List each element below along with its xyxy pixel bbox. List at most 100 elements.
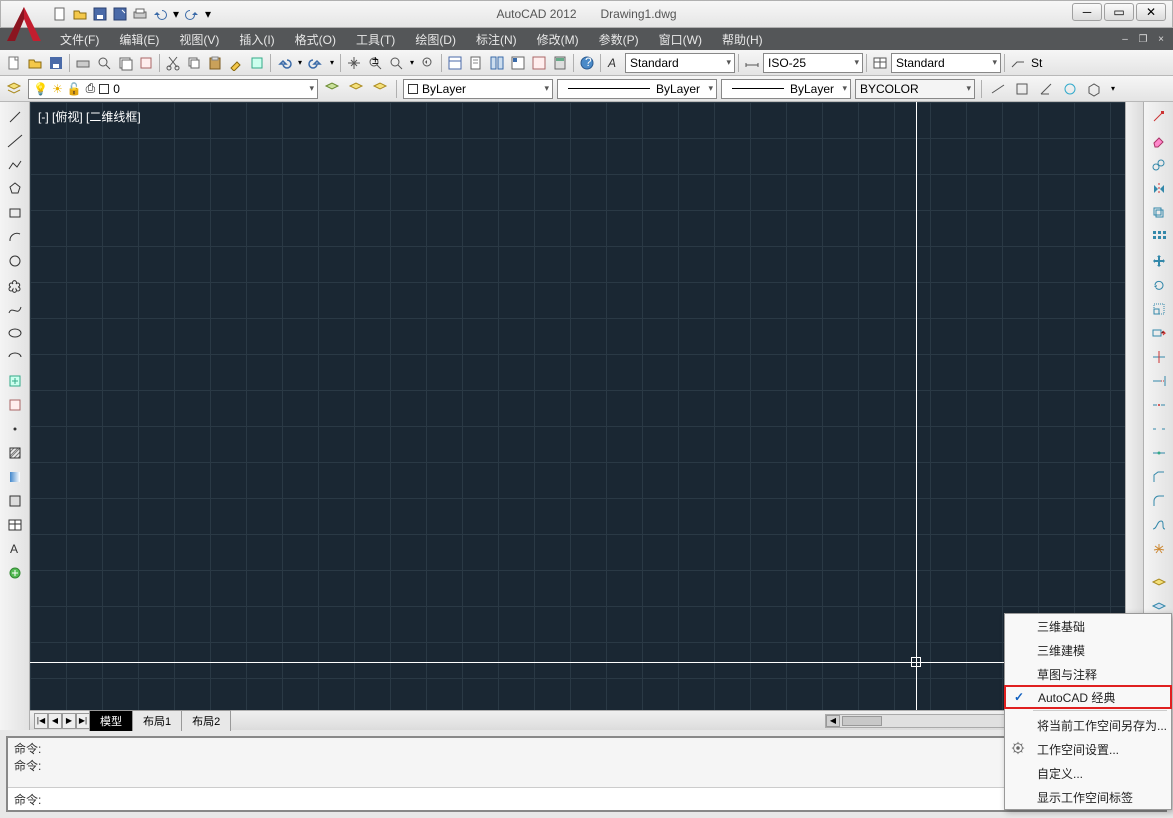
maximize-button[interactable]: ▭: [1104, 3, 1134, 21]
break-icon[interactable]: [1148, 418, 1170, 440]
rectangle-icon[interactable]: [4, 202, 26, 224]
mleader-style-icon[interactable]: [1008, 53, 1028, 73]
qat-saveas-icon[interactable]: [111, 5, 129, 23]
cut-icon[interactable]: [163, 53, 183, 73]
scroll-thumb[interactable]: [842, 716, 882, 726]
menu-view[interactable]: 视图(V): [169, 28, 229, 51]
undo-icon[interactable]: [274, 53, 294, 73]
erase-icon[interactable]: [1148, 130, 1170, 152]
hatch-icon[interactable]: [4, 442, 26, 464]
arc-icon[interactable]: [4, 226, 26, 248]
array-icon[interactable]: [1148, 226, 1170, 248]
text-style-combo[interactable]: Standard: [625, 53, 735, 73]
ctx-autocad-classic[interactable]: ✓ AutoCAD 经典: [1004, 685, 1172, 709]
make-block-icon[interactable]: [4, 394, 26, 416]
command-input[interactable]: [45, 790, 1137, 808]
qat-new-icon[interactable]: [51, 5, 69, 23]
menu-format[interactable]: 格式(O): [285, 28, 346, 51]
table-icon[interactable]: [4, 514, 26, 536]
ctx-3d-modeling[interactable]: 三维建模: [1005, 638, 1171, 662]
menu-modify[interactable]: 修改(M): [527, 28, 589, 51]
ctx-3d-basics[interactable]: 三维基础: [1005, 614, 1171, 638]
qat-undo-icon[interactable]: [151, 5, 169, 23]
qat-dropdown-icon[interactable]: ▾: [171, 5, 181, 23]
menu-insert[interactable]: 插入(I): [229, 28, 284, 51]
break-at-point-icon[interactable]: [1148, 394, 1170, 416]
blend-icon[interactable]: [1148, 514, 1170, 536]
move-icon[interactable]: [1148, 250, 1170, 272]
sheet-set-icon[interactable]: [466, 53, 486, 73]
join-icon[interactable]: [1148, 442, 1170, 464]
constraint-icon[interactable]: [1148, 106, 1170, 128]
tab-prev-icon[interactable]: ◀: [48, 713, 62, 729]
markup-icon[interactable]: [529, 53, 549, 73]
circle-icon[interactable]: [4, 250, 26, 272]
layer-make-current-icon[interactable]: [1148, 574, 1170, 596]
redo-icon[interactable]: [306, 53, 326, 73]
text-style-icon[interactable]: A: [604, 53, 624, 73]
copy-obj-icon[interactable]: [1148, 154, 1170, 176]
qat-plot-icon[interactable]: [131, 5, 149, 23]
fillet-icon[interactable]: [1148, 490, 1170, 512]
polyline-icon[interactable]: [4, 154, 26, 176]
design-center-icon[interactable]: [508, 53, 528, 73]
undo-dropdown-icon[interactable]: ▾: [295, 53, 305, 73]
table-style-icon[interactable]: [870, 53, 890, 73]
tab-next-icon[interactable]: ▶: [62, 713, 76, 729]
table-style-combo[interactable]: Standard: [891, 53, 1001, 73]
chamfer-icon[interactable]: [1148, 466, 1170, 488]
measure-dropdown-icon[interactable]: ▾: [1108, 79, 1118, 99]
new-icon[interactable]: [4, 53, 24, 73]
menu-help[interactable]: 帮助(H): [712, 28, 773, 51]
zoom-window-icon[interactable]: [386, 53, 406, 73]
revision-cloud-icon[interactable]: [4, 274, 26, 296]
zoom-previous-icon[interactable]: [418, 53, 438, 73]
rotate-icon[interactable]: [1148, 274, 1170, 296]
spline-icon[interactable]: [4, 298, 26, 320]
close-button[interactable]: ✕: [1136, 3, 1166, 21]
trim-icon[interactable]: [1148, 346, 1170, 368]
properties-icon[interactable]: [445, 53, 465, 73]
ctx-drafting-annotation[interactable]: 草图与注释: [1005, 662, 1171, 686]
color-combo[interactable]: ByLayer: [403, 79, 553, 99]
stretch-icon[interactable]: [1148, 322, 1170, 344]
dim-style-combo[interactable]: ISO-25: [763, 53, 863, 73]
region-icon[interactable]: [4, 490, 26, 512]
construction-line-icon[interactable]: [4, 130, 26, 152]
redo-dropdown-icon[interactable]: ▾: [327, 53, 337, 73]
tool-palette-icon[interactable]: [487, 53, 507, 73]
matchprop-icon[interactable]: [226, 53, 246, 73]
layer-previous-icon[interactable]: [346, 79, 366, 99]
ctx-customize[interactable]: 自定义...: [1005, 761, 1171, 785]
3ddwf-icon[interactable]: [136, 53, 156, 73]
measure-radius-icon[interactable]: [1060, 79, 1080, 99]
line-icon[interactable]: [4, 106, 26, 128]
insert-block-icon[interactable]: [4, 370, 26, 392]
help-icon[interactable]: ?: [577, 53, 597, 73]
layer-combo[interactable]: 💡 ☀ 🔓 ⎙ 0: [28, 79, 318, 99]
layer-states-icon[interactable]: [322, 79, 342, 99]
open-icon[interactable]: [25, 53, 45, 73]
save-icon[interactable]: [46, 53, 66, 73]
layer-match-icon[interactable]: [370, 79, 390, 99]
layer-manager-icon[interactable]: [4, 79, 24, 99]
scroll-left-icon[interactable]: ◀: [826, 715, 840, 727]
lineweight-combo[interactable]: ByLayer: [721, 79, 851, 99]
mirror-icon[interactable]: [1148, 178, 1170, 200]
plotstyle-combo[interactable]: BYCOLOR: [855, 79, 975, 99]
calc-icon[interactable]: [550, 53, 570, 73]
measure-area-icon[interactable]: [1012, 79, 1032, 99]
ellipse-arc-icon[interactable]: [4, 346, 26, 368]
minimize-button[interactable]: ─: [1072, 3, 1102, 21]
menu-draw[interactable]: 绘图(D): [405, 28, 466, 51]
command-history[interactable]: 命令: 命令:: [8, 738, 1147, 788]
linetype-combo[interactable]: ByLayer: [557, 79, 717, 99]
explode-icon[interactable]: [1148, 538, 1170, 560]
measure-angle-icon[interactable]: [1036, 79, 1056, 99]
dim-style-icon[interactable]: [742, 53, 762, 73]
menu-dimension[interactable]: 标注(N): [466, 28, 527, 51]
qat-dropdown-icon[interactable]: ▾: [203, 5, 213, 23]
qat-open-icon[interactable]: [71, 5, 89, 23]
menu-edit[interactable]: 编辑(E): [109, 28, 169, 51]
zoom-dropdown-icon[interactable]: ▾: [407, 53, 417, 73]
